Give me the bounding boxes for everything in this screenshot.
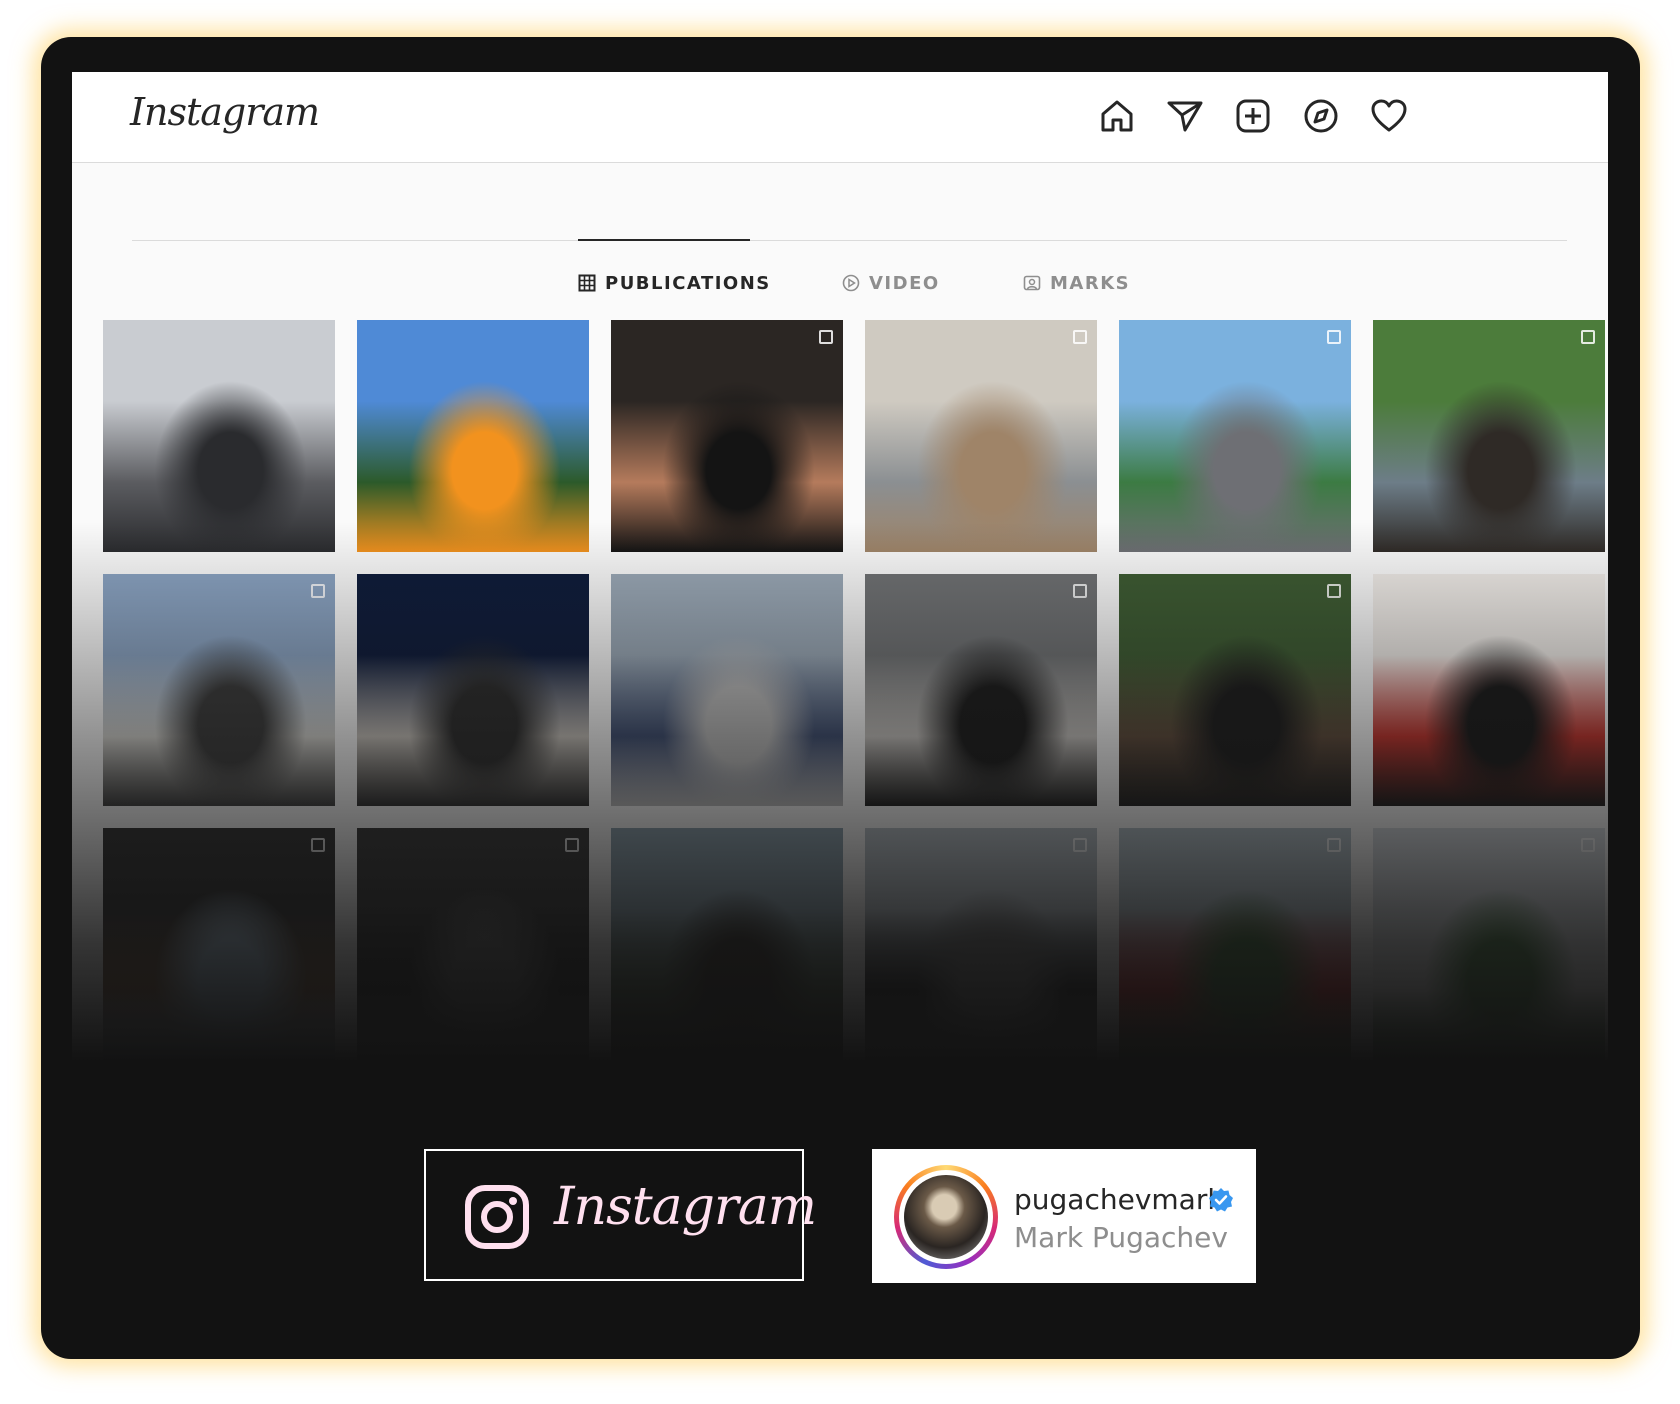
multiple-photos-icon (1073, 330, 1087, 344)
tab-marks[interactable]: MARKS (1023, 271, 1130, 295)
grid-post-tile[interactable] (611, 574, 843, 806)
grid-post-tile[interactable] (611, 828, 843, 1060)
multiple-photos-icon (1327, 584, 1341, 598)
grid-post-tile[interactable] (611, 320, 843, 552)
grid-post-tile[interactable] (357, 320, 589, 552)
direct-message-icon[interactable] (1165, 96, 1205, 136)
profile-card[interactable]: pugachevmark Mark Pugachev (872, 1149, 1256, 1283)
post-photo (357, 828, 589, 1060)
multiple-photos-icon (1581, 330, 1595, 344)
grid-post-tile[interactable] (357, 828, 589, 1060)
post-photo (611, 828, 843, 1060)
post-photo (357, 574, 589, 806)
post-photo (865, 320, 1097, 552)
tagged-icon (1023, 275, 1041, 291)
multiple-photos-icon (1073, 838, 1087, 852)
post-photo (1119, 320, 1351, 552)
profile-full-name: Mark Pugachev (1014, 1221, 1228, 1254)
grid-post-tile[interactable] (1373, 320, 1605, 552)
explore-icon[interactable] (1301, 96, 1341, 136)
profile-username: pugachevmark (1014, 1183, 1224, 1216)
multiple-photos-icon (1327, 330, 1341, 344)
grid-post-tile[interactable] (357, 574, 589, 806)
verified-badge-icon (1209, 1188, 1233, 1212)
post-photo (865, 574, 1097, 806)
post-photo (865, 828, 1097, 1060)
grid-post-tile[interactable] (103, 828, 335, 1060)
post-photo (103, 828, 335, 1060)
home-icon[interactable] (1097, 96, 1137, 136)
tab-label: VIDEO (869, 272, 940, 294)
grid-post-tile[interactable] (1119, 828, 1351, 1060)
new-post-icon[interactable] (1233, 96, 1273, 136)
profile-tabs-divider (132, 240, 1567, 241)
grid-post-tile[interactable] (865, 320, 1097, 552)
post-photo (1119, 574, 1351, 806)
multiple-photos-icon (311, 584, 325, 598)
post-photo (103, 574, 335, 806)
grid-post-tile[interactable] (103, 320, 335, 552)
multiple-photos-icon (1327, 838, 1341, 852)
avatar-photo (904, 1175, 988, 1259)
post-photo (1373, 574, 1605, 806)
tab-label: MARKS (1050, 272, 1131, 294)
tab-video[interactable]: VIDEO (842, 271, 940, 295)
instagram-icon (465, 1185, 529, 1249)
tab-publications[interactable]: PUBLICATIONS (578, 271, 771, 295)
grid-icon (578, 274, 596, 292)
grid-post-tile[interactable] (103, 574, 335, 806)
tab-label: PUBLICATIONS (605, 272, 771, 294)
grid-post-tile[interactable] (1119, 574, 1351, 806)
post-photo (1119, 828, 1351, 1060)
grid-post-tile[interactable] (865, 828, 1097, 1060)
post-photo (1373, 320, 1605, 552)
activity-heart-icon[interactable] (1369, 96, 1409, 136)
post-photo (611, 320, 843, 552)
instagram-brand-badge[interactable]: Instagram (424, 1149, 817, 1281)
multiple-photos-icon (311, 838, 325, 852)
play-icon (842, 274, 860, 292)
instagram-window: Instagram PUBLICATIONS VIDEO MARKS (72, 72, 1608, 1062)
post-photo (357, 320, 589, 552)
grid-post-tile[interactable] (1373, 574, 1605, 806)
brand-badge-text: Instagram (554, 1177, 817, 1237)
multiple-photos-icon (819, 330, 833, 344)
multiple-photos-icon (1073, 584, 1087, 598)
avatar-story-ring (894, 1165, 998, 1269)
multiple-photos-icon (1581, 838, 1595, 852)
grid-post-tile[interactable] (865, 574, 1097, 806)
grid-post-tile[interactable] (1373, 828, 1605, 1060)
avatar (899, 1170, 993, 1264)
active-tab-indicator (578, 239, 750, 241)
instagram-logo[interactable]: Instagram (130, 90, 320, 134)
grid-post-tile[interactable] (1119, 320, 1351, 552)
post-photo (611, 574, 843, 806)
multiple-photos-icon (565, 838, 579, 852)
post-photo (103, 320, 335, 552)
top-navigation-bar: Instagram (72, 72, 1608, 163)
post-photo (1373, 828, 1605, 1060)
